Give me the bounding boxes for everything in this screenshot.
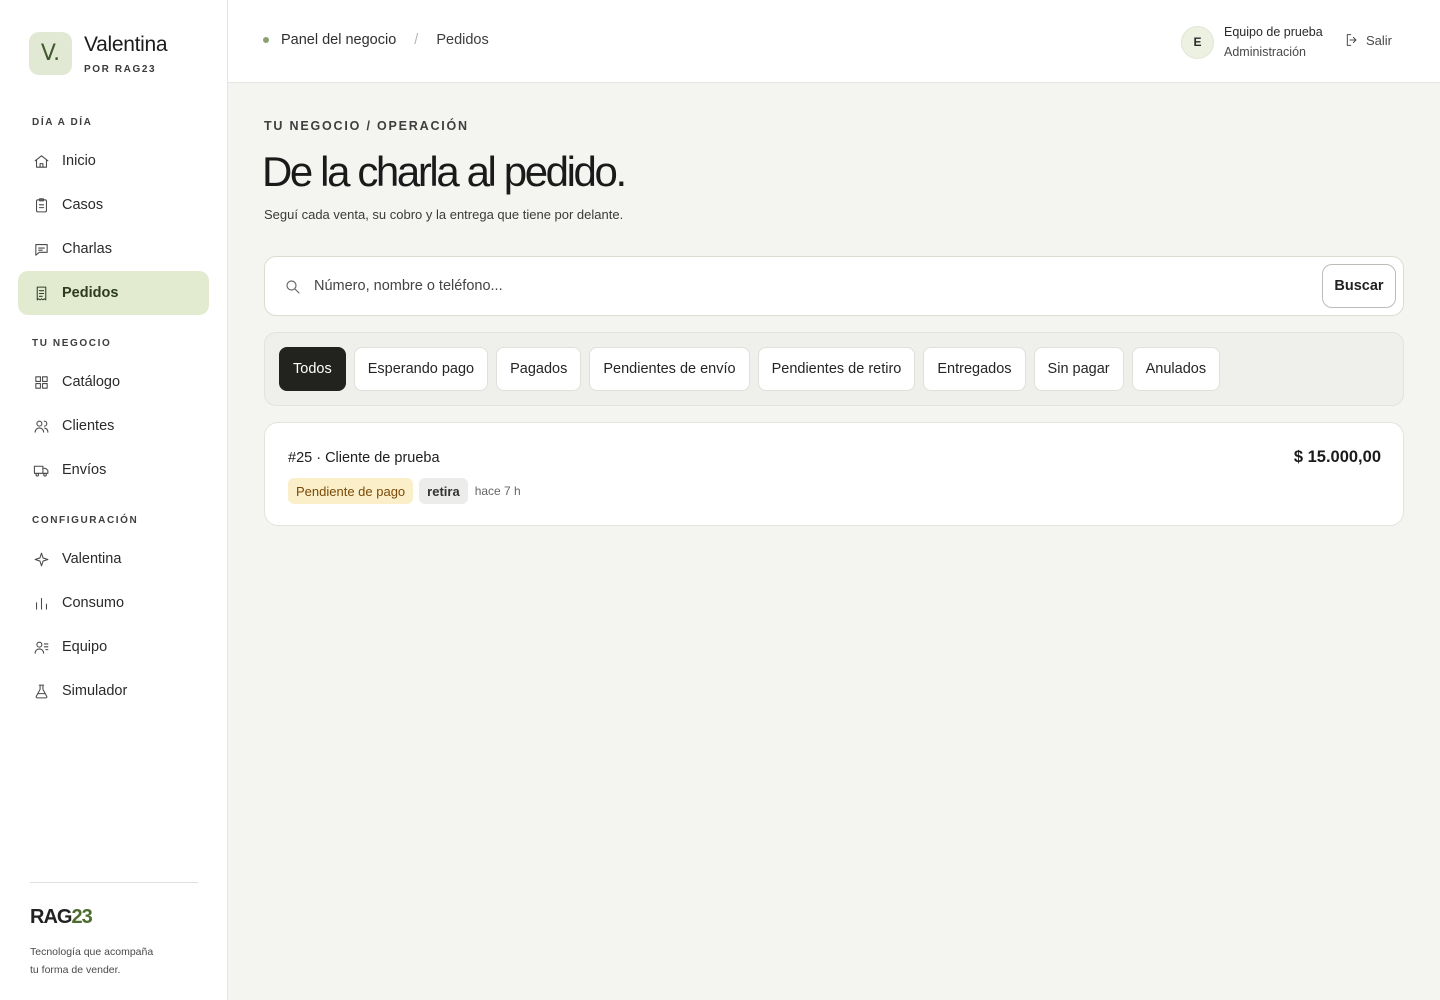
sidebar-item-label: Inicio [62, 153, 96, 169]
sidebar-item-label: Pedidos [62, 285, 119, 301]
sidebar-item-label: Catálogo [62, 374, 121, 390]
search-icon [284, 278, 302, 296]
order-card[interactable]: #25 · Cliente de prueba $ 15.000,00 Pend… [264, 422, 1404, 526]
chat-icon [32, 240, 50, 258]
breadcrumb-root[interactable]: Panel del negocio [281, 32, 396, 48]
user-name: Equipo de prueba [1224, 25, 1323, 39]
order-amount: $ 15.000,00 [1293, 448, 1381, 466]
filter-pendientes-retiro[interactable]: Pendientes de retiro [757, 347, 916, 391]
sidebar-item-envios[interactable]: Envíos [18, 448, 209, 492]
footer-logo: RAG23 [30, 906, 93, 929]
receipt-icon [32, 284, 50, 302]
order-title: #25 · Cliente de prueba [288, 450, 440, 466]
page-subtitle: Seguí cada venta, su cobro y la entrega … [264, 207, 624, 222]
sidebar-item-label: Casos [62, 197, 104, 213]
brand[interactable]: V. Valentina POR RAG23 [29, 32, 168, 75]
search-bar: Buscar [264, 256, 1404, 316]
brand-logo: V. [29, 32, 72, 75]
filter-anulados[interactable]: Anulados [1131, 347, 1221, 391]
search-input[interactable] [314, 275, 1304, 297]
user-role: Administración [1224, 45, 1306, 59]
sparkle-icon [32, 550, 50, 568]
sidebar-item-label: Equipo [62, 639, 108, 655]
filter-sin-pagar[interactable]: Sin pagar [1033, 347, 1124, 391]
filter-pendientes-envio[interactable]: Pendientes de envío [589, 347, 750, 391]
nav-section-title: TU NEGOCIO [32, 338, 112, 349]
logout-button[interactable]: Salir [1344, 32, 1392, 48]
avatar: E [1181, 25, 1214, 59]
sidebar-item-clientes[interactable]: Clientes [18, 404, 209, 448]
topbar: Panel del negocio / Pedidos E Equipo de … [228, 0, 1440, 83]
footer-tagline-line: Tecnología que acompaña [30, 946, 154, 958]
breadcrumb-separator: / [414, 32, 419, 48]
filter-bar: Todos Esperando pago Pagados Pendientes … [264, 332, 1404, 406]
sidebar-item-label: Valentina [62, 551, 122, 567]
user-menu[interactable]: E Equipo de prueba Administración [1181, 24, 1323, 60]
filter-entregados[interactable]: Entregados [923, 347, 1026, 391]
brand-byline: POR RAG23 [84, 63, 157, 75]
footer-tagline: Tecnología que acompaña tu forma de vend… [30, 943, 190, 979]
sidebar-item-label: Charlas [62, 241, 112, 257]
sidebar-item-equipo[interactable]: Equipo [18, 625, 209, 669]
page-title: De la charla al pedido. [262, 148, 627, 195]
sidebar: V. Valentina POR RAG23 DÍA A DÍA Inicio … [0, 0, 228, 1000]
filter-esperando-pago[interactable]: Esperando pago [353, 347, 489, 391]
logout-icon [1346, 34, 1357, 46]
team-icon [32, 638, 50, 656]
nav-section-title: DÍA A DÍA [32, 117, 93, 128]
logout-label: Salir [1366, 32, 1393, 48]
delivery-badge: retira [419, 478, 468, 504]
footer-logo-accent: 23 [71, 906, 92, 928]
status-dot [263, 37, 269, 43]
sidebar-divider [30, 882, 198, 883]
sidebar-item-casos[interactable]: Casos [18, 183, 209, 227]
brand-name: Valentina [84, 32, 168, 56]
order-timestamp: hace 7 h [474, 484, 521, 498]
filter-todos[interactable]: Todos [279, 347, 346, 391]
page-eyebrow: TU NEGOCIO / OPERACIÓN [264, 119, 469, 133]
search-button[interactable]: Buscar [1322, 264, 1396, 308]
home-icon [32, 152, 50, 170]
sidebar-item-inicio[interactable]: Inicio [18, 139, 209, 183]
flask-icon [32, 682, 50, 700]
sidebar-item-label: Consumo [62, 595, 125, 611]
filter-pagados[interactable]: Pagados [496, 347, 582, 391]
order-meta: Pendiente de pago retira hace 7 h [288, 478, 521, 504]
sidebar-item-catalogo[interactable]: Catálogo [18, 360, 209, 404]
footer-logo-main: RAG [30, 906, 72, 928]
sidebar-item-label: Clientes [62, 418, 115, 434]
footer-tagline-line: tu forma de vender. [30, 964, 121, 976]
sidebar-item-valentina[interactable]: Valentina [18, 537, 209, 581]
truck-icon [32, 461, 50, 479]
breadcrumb: Panel del negocio / Pedidos [263, 32, 489, 48]
nav-section-title: CONFIGURACIÓN [32, 515, 139, 526]
sidebar-item-pedidos[interactable]: Pedidos [18, 271, 209, 315]
sidebar-item-label: Envíos [62, 462, 107, 478]
status-badge: Pendiente de pago [288, 478, 414, 504]
breadcrumb-current: Pedidos [436, 32, 489, 48]
users-icon [32, 417, 50, 435]
sidebar-item-simulador[interactable]: Simulador [18, 669, 209, 713]
sidebar-item-charlas[interactable]: Charlas [18, 227, 209, 271]
grid-icon [32, 373, 50, 391]
clipboard-icon [32, 196, 50, 214]
sidebar-item-consumo[interactable]: Consumo [18, 581, 209, 625]
bar-chart-icon [32, 594, 50, 612]
sidebar-item-label: Simulador [62, 683, 128, 699]
